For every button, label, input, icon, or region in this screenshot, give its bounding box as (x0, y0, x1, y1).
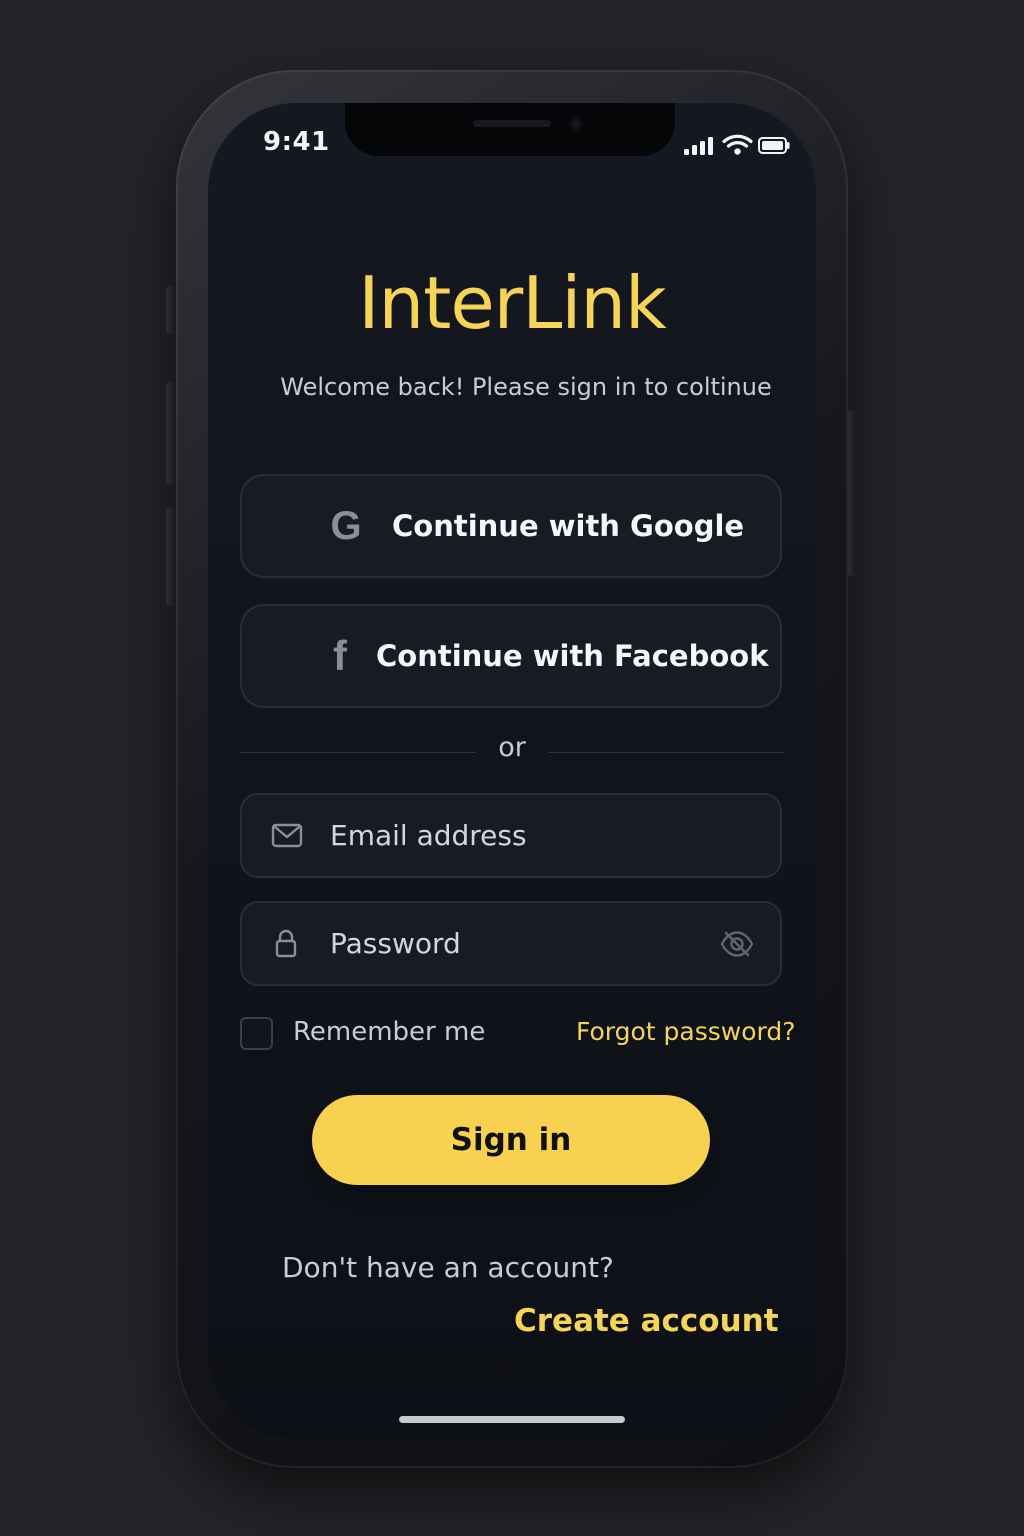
sign-in-button[interactable]: Sign in (312, 1095, 710, 1185)
volume-up-button (166, 382, 176, 484)
google-button-label: Continue with Google (392, 509, 745, 543)
signal-icon (684, 137, 713, 155)
facebook-icon: f (333, 632, 347, 679)
continue-with-google-button[interactable]: G Continue with Google (240, 474, 782, 578)
password-field[interactable]: Password (240, 901, 782, 986)
divider-line-left (240, 752, 476, 753)
remember-me-label: Remember me (293, 1017, 486, 1047)
lock-icon (275, 929, 297, 958)
welcome-subtitle: Welcome back! Please sign in to coltinue (280, 373, 772, 401)
camera-icon (569, 117, 583, 131)
password-field-label: Password (330, 927, 461, 960)
status-icons (680, 130, 792, 160)
battery-icon (758, 137, 790, 154)
signup-question: Don't have an account? (282, 1251, 614, 1284)
divider-line-right (548, 752, 784, 753)
login-screen: 9:41 InterLink Welcome back! Please sign… (208, 103, 816, 1439)
continue-with-facebook-button[interactable]: f Continue with Facebook (240, 604, 782, 708)
create-account-link[interactable]: Create account (514, 1303, 779, 1339)
remember-me-checkbox[interactable] (240, 1017, 273, 1050)
mail-icon (271, 823, 303, 848)
mute-button (166, 286, 176, 334)
eye-off-icon[interactable] (718, 925, 756, 963)
google-icon: G (330, 503, 362, 548)
phone-notch (345, 103, 675, 156)
app-title: InterLink (358, 261, 666, 345)
volume-down-button (166, 508, 176, 606)
power-button (848, 410, 856, 576)
divider-or-label: or (498, 732, 526, 763)
email-field-label: Email address (330, 819, 527, 852)
email-field[interactable]: Email address (240, 793, 782, 878)
forgot-password-link[interactable]: Forgot password? (576, 1017, 796, 1046)
home-indicator[interactable] (399, 1416, 625, 1423)
wifi-icon (722, 134, 753, 155)
facebook-button-label: Continue with Facebook (376, 639, 769, 673)
status-time: 9:41 (263, 127, 330, 157)
speaker-grille (473, 120, 551, 127)
